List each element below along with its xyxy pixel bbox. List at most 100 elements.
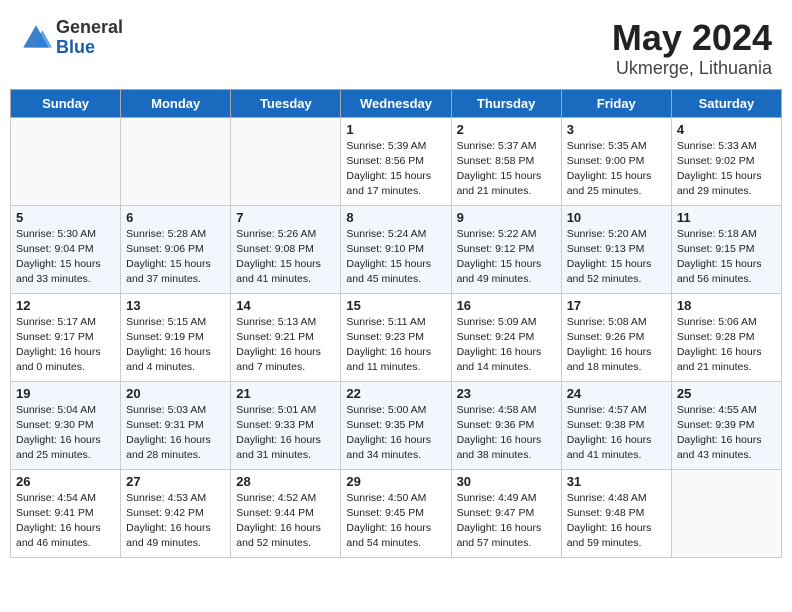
day-number: 27 [126,474,225,489]
day-info: Sunrise: 4:55 AM Sunset: 9:39 PM Dayligh… [677,403,776,464]
day-number: 16 [457,298,556,313]
day-number: 4 [677,122,776,137]
day-number: 28 [236,474,335,489]
day-cell-20: 20 Sunrise: 5:03 AM Sunset: 9:31 PM Dayli… [121,381,231,469]
day-number: 8 [346,210,445,225]
day-info: Sunrise: 5:09 AM Sunset: 9:24 PM Dayligh… [457,315,556,376]
empty-cell [121,117,231,205]
day-cell-11: 11Sunrise: 5:18 AM Sunset: 9:15 PM Dayli… [671,205,781,293]
page-header: General Blue May 2024 Ukmerge, Lithuania [10,10,782,83]
day-cell-30: 30Sunrise: 4:49 AM Sunset: 9:47 PM Dayli… [451,469,561,557]
title-block: May 2024 Ukmerge, Lithuania [612,18,772,79]
calendar-title: May 2024 [612,18,772,58]
day-cell-9: 9Sunrise: 5:22 AM Sunset: 9:12 PM Daylig… [451,205,561,293]
week-row-1: 1 Sunrise: 5:39 AM Sunset: 8:56 PM Daylig… [11,117,782,205]
day-info: Sunrise: 5:03 AM Sunset: 9:31 PM Dayligh… [126,403,225,464]
day-info: Sunrise: 4:57 AM Sunset: 9:38 PM Dayligh… [567,403,666,464]
day-number: 23 [457,386,556,401]
day-info: Sunrise: 4:49 AM Sunset: 9:47 PM Dayligh… [457,491,556,552]
day-info: Sunrise: 4:48 AM Sunset: 9:48 PM Dayligh… [567,491,666,552]
day-header-friday: Friday [561,89,671,117]
day-info: Sunrise: 5:01 AM Sunset: 9:33 PM Dayligh… [236,403,335,464]
day-info: Sunrise: 5:39 AM Sunset: 8:56 PM Dayligh… [346,139,445,200]
day-number: 1 [346,122,445,137]
day-cell-31: 31 Sunrise: 4:48 AM Sunset: 9:48 PM Dayli… [561,469,671,557]
day-number: 18 [677,298,776,313]
day-info: Sunrise: 5:18 AM Sunset: 9:15 PM Dayligh… [677,227,776,288]
day-info: Sunrise: 4:52 AM Sunset: 9:44 PM Dayligh… [236,491,335,552]
day-header-monday: Monday [121,89,231,117]
day-cell-16: 16 Sunrise: 5:09 AM Sunset: 9:24 PM Dayli… [451,293,561,381]
day-number: 9 [457,210,556,225]
week-row-2: 5 Sunrise: 5:30 AM Sunset: 9:04 PM Daylig… [11,205,782,293]
day-number: 25 [677,386,776,401]
day-cell-12: 12Sunrise: 5:17 AM Sunset: 9:17 PM Dayli… [11,293,121,381]
day-cell-8: 8 Sunrise: 5:24 AM Sunset: 9:10 PM Daylig… [341,205,451,293]
day-cell-26: 26Sunrise: 4:54 AM Sunset: 9:41 PM Dayli… [11,469,121,557]
day-info: Sunrise: 4:58 AM Sunset: 9:36 PM Dayligh… [457,403,556,464]
day-info: Sunrise: 5:15 AM Sunset: 9:19 PM Dayligh… [126,315,225,376]
day-number: 19 [16,386,115,401]
day-cell-23: 23 Sunrise: 4:58 AM Sunset: 9:36 PM Dayli… [451,381,561,469]
day-cell-19: 19 Sunrise: 5:04 AM Sunset: 9:30 PM Dayli… [11,381,121,469]
day-cell-24: 24 Sunrise: 4:57 AM Sunset: 9:38 PM Dayli… [561,381,671,469]
day-info: Sunrise: 5:30 AM Sunset: 9:04 PM Dayligh… [16,227,115,288]
day-info: Sunrise: 5:11 AM Sunset: 9:23 PM Dayligh… [346,315,445,376]
day-cell-29: 29Sunrise: 4:50 AM Sunset: 9:45 PM Dayli… [341,469,451,557]
day-number: 10 [567,210,666,225]
day-number: 13 [126,298,225,313]
day-number: 15 [346,298,445,313]
day-cell-6: 6Sunrise: 5:28 AM Sunset: 9:06 PM Daylig… [121,205,231,293]
day-cell-27: 27 Sunrise: 4:53 AM Sunset: 9:42 PM Dayli… [121,469,231,557]
day-header-wednesday: Wednesday [341,89,451,117]
day-cell-25: 25 Sunrise: 4:55 AM Sunset: 9:39 PM Dayli… [671,381,781,469]
day-cell-3: 3 Sunrise: 5:35 AM Sunset: 9:00 PM Daylig… [561,117,671,205]
day-cell-14: 14 Sunrise: 5:13 AM Sunset: 9:21 PM Dayli… [231,293,341,381]
day-number: 31 [567,474,666,489]
day-cell-15: 15 Sunrise: 5:11 AM Sunset: 9:23 PM Dayli… [341,293,451,381]
day-cell-18: 18Sunrise: 5:06 AM Sunset: 9:28 PM Dayli… [671,293,781,381]
day-number: 12 [16,298,115,313]
day-header-thursday: Thursday [451,89,561,117]
day-cell-17: 17 Sunrise: 5:08 AM Sunset: 9:26 PM Dayli… [561,293,671,381]
day-cell-5: 5 Sunrise: 5:30 AM Sunset: 9:04 PM Daylig… [11,205,121,293]
week-row-4: 19 Sunrise: 5:04 AM Sunset: 9:30 PM Dayli… [11,381,782,469]
day-info: Sunrise: 5:28 AM Sunset: 9:06 PM Dayligh… [126,227,225,288]
day-cell-13: 13 Sunrise: 5:15 AM Sunset: 9:19 PM Dayli… [121,293,231,381]
day-cell-28: 28 Sunrise: 4:52 AM Sunset: 9:44 PM Dayli… [231,469,341,557]
day-info: Sunrise: 5:08 AM Sunset: 9:26 PM Dayligh… [567,315,666,376]
day-number: 3 [567,122,666,137]
day-info: Sunrise: 5:04 AM Sunset: 9:30 PM Dayligh… [16,403,115,464]
day-cell-1: 1 Sunrise: 5:39 AM Sunset: 8:56 PM Daylig… [341,117,451,205]
day-cell-22: 22 Sunrise: 5:00 AM Sunset: 9:35 PM Dayli… [341,381,451,469]
day-number: 7 [236,210,335,225]
day-number: 17 [567,298,666,313]
day-info: Sunrise: 5:37 AM Sunset: 8:58 PM Dayligh… [457,139,556,200]
empty-cell [231,117,341,205]
day-number: 5 [16,210,115,225]
day-number: 14 [236,298,335,313]
day-info: Sunrise: 5:20 AM Sunset: 9:13 PM Dayligh… [567,227,666,288]
day-info: Sunrise: 5:24 AM Sunset: 9:10 PM Dayligh… [346,227,445,288]
day-cell-2: 2 Sunrise: 5:37 AM Sunset: 8:58 PM Daylig… [451,117,561,205]
day-cell-7: 7 Sunrise: 5:26 AM Sunset: 9:08 PM Daylig… [231,205,341,293]
day-number: 24 [567,386,666,401]
day-info: Sunrise: 5:00 AM Sunset: 9:35 PM Dayligh… [346,403,445,464]
day-info: Sunrise: 5:35 AM Sunset: 9:00 PM Dayligh… [567,139,666,200]
day-number: 20 [126,386,225,401]
day-number: 21 [236,386,335,401]
day-number: 22 [346,386,445,401]
day-number: 26 [16,474,115,489]
day-cell-4: 4 Sunrise: 5:33 AM Sunset: 9:02 PM Daylig… [671,117,781,205]
day-number: 2 [457,122,556,137]
day-info: Sunrise: 5:33 AM Sunset: 9:02 PM Dayligh… [677,139,776,200]
logo: General Blue [20,18,123,58]
week-row-3: 12Sunrise: 5:17 AM Sunset: 9:17 PM Dayli… [11,293,782,381]
logo-blue: Blue [56,38,123,58]
day-number: 29 [346,474,445,489]
day-header-saturday: Saturday [671,89,781,117]
day-info: Sunrise: 5:13 AM Sunset: 9:21 PM Dayligh… [236,315,335,376]
day-header-sunday: Sunday [11,89,121,117]
day-info: Sunrise: 4:53 AM Sunset: 9:42 PM Dayligh… [126,491,225,552]
day-info: Sunrise: 5:26 AM Sunset: 9:08 PM Dayligh… [236,227,335,288]
